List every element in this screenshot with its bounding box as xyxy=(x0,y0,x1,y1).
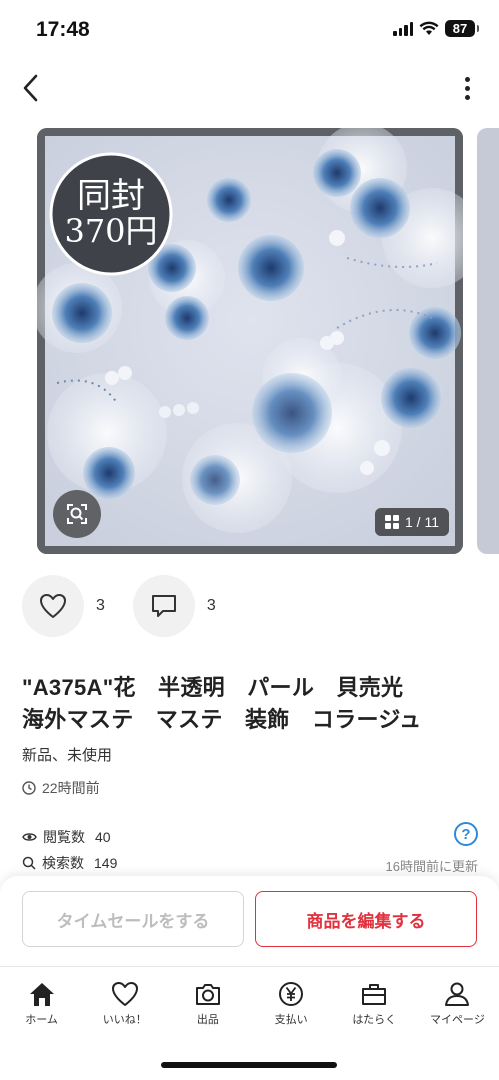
tab-label: マイページ xyxy=(430,1014,485,1026)
next-image-preview[interactable] xyxy=(477,128,499,554)
comment-count: 3 xyxy=(206,597,216,614)
zoom-scan-icon xyxy=(67,504,87,524)
posted-time-text: 22時間前 xyxy=(42,780,100,796)
item-title-line2: 海外マステ マステ 装飾 コラージュ xyxy=(22,707,422,732)
search-value: 149 xyxy=(94,855,118,871)
status-icons: 87 xyxy=(393,20,479,37)
person-icon xyxy=(445,982,470,1006)
tab-sell[interactable]: 出品 xyxy=(166,967,249,1033)
search-label: 検索数 xyxy=(42,855,84,871)
image-counter-text: 1 / 11 xyxy=(405,514,439,530)
views-value: 40 xyxy=(95,829,111,845)
dot xyxy=(464,76,470,82)
edit-item-button[interactable]: 商品を編集する xyxy=(255,891,477,947)
image-carousel[interactable]: 同封 370円 1 / 11 xyxy=(0,128,499,554)
dot xyxy=(464,85,470,91)
help-icon[interactable]: ? xyxy=(454,822,478,846)
chevron-left-icon xyxy=(23,74,38,102)
reactions-row: 3 3 xyxy=(22,575,244,637)
tab-label: 出品 xyxy=(196,1014,219,1026)
tab-label: いいね！ xyxy=(102,1014,147,1026)
search-icon xyxy=(22,856,36,870)
timesale-button[interactable]: タイムセールをする xyxy=(22,891,244,947)
camera-icon xyxy=(195,984,220,1005)
tab-likes[interactable]: いいね！ xyxy=(83,967,166,1033)
like-button[interactable] xyxy=(22,575,84,637)
home-icon xyxy=(29,983,54,1006)
stats-section: 閲覧数 40 検索数 149 ? 16時間前に更新 xyxy=(22,822,478,876)
more-options-button[interactable] xyxy=(455,72,479,104)
status-time: 17:48 xyxy=(36,18,90,41)
comment-button[interactable] xyxy=(132,575,195,637)
item-title: "A375A"花 半透明 パール 貝売光 海外マステ マステ 装飾 コラージュ xyxy=(22,672,482,736)
tab-label: はたらく xyxy=(352,1014,397,1026)
tab-label: ホーム xyxy=(25,1014,58,1026)
tab-home[interactable]: ホーム xyxy=(0,967,83,1033)
heart-icon xyxy=(40,594,66,618)
tab-work[interactable]: はたらく xyxy=(333,967,416,1033)
tab-payment[interactable]: 支払い xyxy=(250,967,333,1033)
eye-icon xyxy=(22,833,37,841)
action-bar: タイムセールをする 商品を編集する xyxy=(0,876,499,966)
views-label: 閲覧数 xyxy=(43,829,85,845)
tab-mypage[interactable]: マイページ xyxy=(416,967,499,1033)
briefcase-icon xyxy=(362,984,387,1005)
status-bar: 17:48 87 xyxy=(0,0,499,60)
image-counter[interactable]: 1 / 11 xyxy=(375,508,449,536)
overlay-line1: 同封 xyxy=(77,176,145,217)
wifi-icon xyxy=(419,21,439,35)
price-overlay-badge: 同封 370円 xyxy=(51,154,171,274)
clock-icon xyxy=(22,781,36,795)
product-image[interactable]: 同封 370円 1 / 11 xyxy=(37,128,463,554)
home-indicator xyxy=(161,1062,337,1068)
item-condition: 新品、未使用 xyxy=(22,747,113,764)
tab-label: 支払い xyxy=(274,1014,308,1026)
signal-icon xyxy=(393,21,413,36)
grid-icon xyxy=(385,515,399,529)
bottom-tab-bar: ホーム いいね！ 出品 支払い はたらく マイページ xyxy=(0,966,499,1080)
battery-indicator: 87 xyxy=(445,20,479,37)
comment-icon xyxy=(151,595,176,617)
like-count: 3 xyxy=(96,597,105,614)
heart-icon xyxy=(111,982,138,1006)
top-nav xyxy=(0,62,499,114)
updated-text: 16時間前に更新 xyxy=(385,859,478,874)
views-row: 閲覧数 40 xyxy=(22,824,478,850)
item-title-line1: "A375A"花 半透明 パール 貝売光 xyxy=(22,675,404,700)
zoom-button[interactable] xyxy=(53,490,101,538)
back-button[interactable] xyxy=(12,68,48,108)
yen-icon xyxy=(279,982,304,1006)
overlay-line2: 370円 xyxy=(64,212,158,251)
posted-time: 22時間前 xyxy=(22,778,100,798)
dot xyxy=(464,94,470,100)
